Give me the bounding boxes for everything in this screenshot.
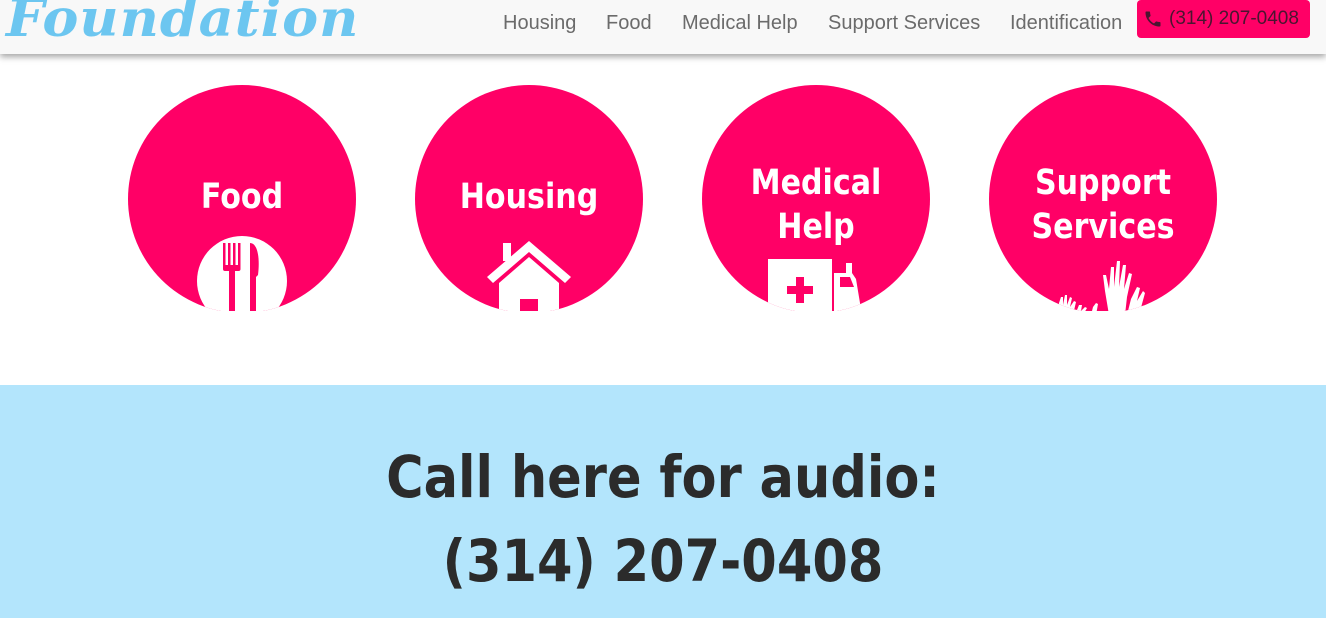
- audio-heading: Call here for audio:: [386, 443, 940, 511]
- audio-call-section: Call here for audio: (314) 207-0408: [0, 385, 1326, 618]
- service-label-food: Food: [200, 177, 284, 217]
- service-label-medical-line2: Help: [777, 207, 855, 247]
- nav-link-support-services[interactable]: Support Services: [828, 12, 980, 35]
- service-label-support-line1: Support: [1034, 163, 1172, 203]
- raised-hands-icon: [1057, 261, 1145, 313]
- phone-icon: [1145, 11, 1161, 27]
- audio-phone-number[interactable]: (314) 207-0408: [80, 527, 1247, 595]
- service-label-medical-line1: Medical: [750, 163, 882, 203]
- nav-link-identification[interactable]: Identification: [1010, 12, 1122, 35]
- nav-link-food[interactable]: Food: [606, 12, 652, 35]
- service-circle: Medical Help: [702, 85, 930, 313]
- main-nav: Housing Food Medical Help Support Servic…: [0, 0, 1326, 54]
- service-support-services[interactable]: Support Services: [989, 85, 1217, 321]
- header-phone-number: (314) 207-0408: [1169, 8, 1299, 29]
- fork-knife-icon: [197, 236, 287, 313]
- service-circle: Food: [128, 85, 356, 313]
- nav-link-housing[interactable]: Housing: [503, 12, 576, 35]
- service-label-housing: Housing: [459, 177, 599, 217]
- header-phone-button[interactable]: (314) 207-0408: [1137, 0, 1310, 38]
- house-icon: [487, 241, 571, 313]
- ambulance-icon: [768, 259, 862, 313]
- service-food[interactable]: Food: [128, 85, 356, 321]
- service-label-support-line2: Services: [1031, 207, 1175, 247]
- service-circle: Support Services: [989, 85, 1217, 313]
- service-housing[interactable]: Housing: [415, 85, 643, 321]
- site-header: Foundation Housing Food Medical Help Sup…: [0, 0, 1326, 54]
- service-medical-help[interactable]: Medical Help: [702, 85, 930, 321]
- service-circle: Housing: [415, 85, 643, 313]
- nav-link-medical-help[interactable]: Medical Help: [682, 12, 798, 35]
